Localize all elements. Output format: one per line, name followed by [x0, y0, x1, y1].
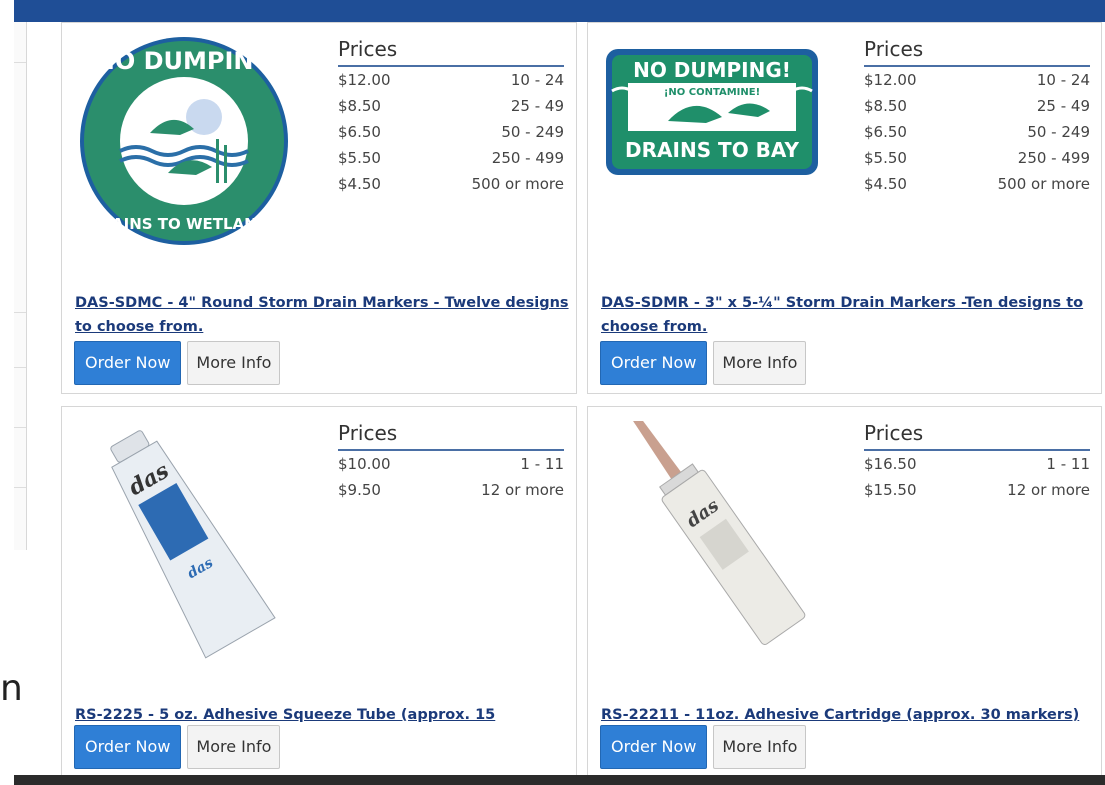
adhesive-cartridge-image[interactable]: das [602, 421, 842, 661]
price-row: $4.50 500 or more [338, 175, 564, 193]
order-now-button[interactable]: Order Now [600, 725, 708, 769]
product-title-link[interactable]: DAS-SDMC - 4" Round Storm Drain Markers … [75, 291, 570, 339]
price-table: Prices $12.00 10 - 24 $8.50 25 - 49 $6.50 5… [864, 37, 1090, 197]
price-table: Prices $16.50 1 - 11 $15.50 12 or more [864, 421, 1090, 503]
marker-top-text: NO DUMPING [95, 47, 273, 75]
price-row: $9.50 12 or more [338, 481, 564, 499]
marker-sub-text: ¡NO CONTAMINE! [664, 87, 760, 98]
product-card: NO DUMPING! ¡NO CONTAMINE! DRAINS TO BAY… [587, 22, 1102, 394]
product-card: NO DUMPING DRAINS TO WETLANDS Prices $12… [61, 22, 577, 394]
footer-bar [14, 775, 1105, 785]
marker-top-text: NO DUMPING! [633, 58, 791, 82]
price-row: $10.00 1 - 11 [338, 455, 564, 473]
price-row: $6.50 50 - 249 [338, 123, 564, 141]
price-row: $12.00 10 - 24 [338, 71, 564, 89]
round-drain-marker-image[interactable]: NO DUMPING DRAINS TO WETLANDS [76, 33, 316, 273]
more-info-button[interactable]: More Info [713, 341, 807, 385]
product-card: das Prices $16.50 1 - 11 $15.50 12 or more… [587, 406, 1102, 778]
price-table: Prices $10.00 1 - 11 $9.50 12 or more [338, 421, 564, 503]
order-now-button[interactable]: Order Now [74, 725, 182, 769]
price-row: $8.50 25 - 49 [338, 97, 564, 115]
marker-bottom-text: DRAINS TO WETLANDS [88, 215, 280, 233]
product-title-link[interactable]: RS-22211 - 11oz. Adhesive Cartridge (app… [601, 703, 1096, 727]
price-row: $4.50 500 or more [864, 175, 1090, 193]
prices-heading: Prices [864, 37, 1090, 67]
price-row: $12.00 10 - 24 [864, 71, 1090, 89]
marker-bottom-text: DRAINS TO BAY [625, 138, 799, 162]
order-now-button[interactable]: Order Now [74, 341, 182, 385]
squeeze-tube-image[interactable]: das das [76, 421, 316, 661]
price-row: $8.50 25 - 49 [864, 97, 1090, 115]
price-row: $6.50 50 - 249 [864, 123, 1090, 141]
order-now-button[interactable]: Order Now [600, 341, 708, 385]
prices-heading: Prices [338, 37, 564, 67]
cropped-text: n [0, 668, 23, 709]
rect-drain-marker-image[interactable]: NO DUMPING! ¡NO CONTAMINE! DRAINS TO BAY [598, 31, 838, 271]
price-row: $15.50 12 or more [864, 481, 1090, 499]
more-info-button[interactable]: More Info [713, 725, 807, 769]
prices-heading: Prices [338, 421, 564, 451]
product-title-link[interactable]: DAS-SDMR - 3" x 5-¼" Storm Drain Markers… [601, 291, 1096, 339]
price-table: Prices $12.00 10 - 24 $8.50 25 - 49 $6.50 5… [338, 37, 564, 197]
price-row: $16.50 1 - 11 [864, 455, 1090, 473]
left-sidebar-edge [14, 22, 27, 550]
price-row: $5.50 250 - 499 [864, 149, 1090, 167]
product-card: das das Prices $10.00 1 - 11 $9.50 12 or m… [61, 406, 577, 778]
prices-heading: Prices [864, 421, 1090, 451]
more-info-button[interactable]: More Info [187, 341, 281, 385]
price-row: $5.50 250 - 499 [338, 149, 564, 167]
top-nav-bar [14, 0, 1105, 22]
more-info-button[interactable]: More Info [187, 725, 281, 769]
